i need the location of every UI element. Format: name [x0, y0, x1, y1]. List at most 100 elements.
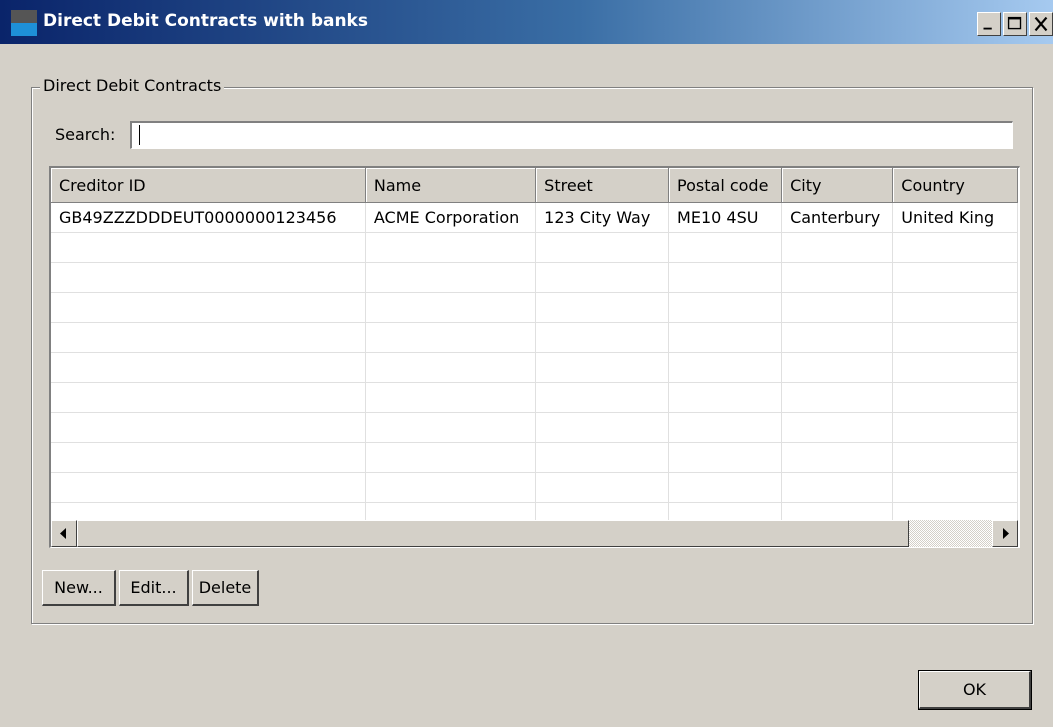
cell-creditor-id — [51, 502, 366, 520]
close-button[interactable] — [1029, 12, 1053, 36]
cell-creditor-id: GB49ZZZDDDEUT0000000123456 — [51, 202, 366, 233]
cell-name — [365, 502, 537, 520]
table-row[interactable] — [51, 232, 1018, 263]
cell-creditor-id — [51, 262, 366, 293]
cell-name: ACME Corporation — [365, 202, 537, 233]
cell-country — [892, 322, 1018, 353]
cell-city — [781, 352, 894, 383]
cell-city — [781, 382, 894, 413]
table-row[interactable] — [51, 352, 1018, 383]
cell-postal-code: ME10 4SU — [668, 202, 783, 233]
table-row[interactable] — [51, 442, 1018, 473]
table-row[interactable]: GB49ZZZDDDEUT0000000123456 ACME Corporat… — [51, 202, 1018, 233]
title-bar[interactable]: Direct Debit Contracts with banks — [0, 0, 1053, 44]
cell-creditor-id — [51, 472, 366, 503]
cell-street: 123 City Way — [535, 202, 670, 233]
cell-postal-code — [668, 262, 783, 293]
table-row[interactable] — [51, 382, 1018, 413]
cell-name — [365, 472, 537, 503]
minimize-button[interactable] — [977, 12, 1001, 36]
column-header-name[interactable]: Name — [365, 168, 537, 203]
cell-street — [535, 502, 670, 520]
cell-creditor-id — [51, 352, 366, 383]
scroll-left-button[interactable] — [51, 520, 77, 547]
column-header-street[interactable]: Street — [535, 168, 670, 203]
cell-city — [781, 262, 894, 293]
app-icon — [11, 10, 37, 36]
arrow-right-icon — [1003, 528, 1009, 539]
window-title: Direct Debit Contracts with banks — [43, 11, 368, 31]
contracts-table[interactable]: Creditor ID Name Street Postal code City… — [49, 166, 1020, 548]
column-header-creditor-id[interactable]: Creditor ID — [51, 168, 366, 203]
table-row[interactable] — [51, 292, 1018, 323]
cell-country — [892, 442, 1018, 473]
cell-postal-code — [668, 442, 783, 473]
cell-name — [365, 412, 537, 443]
cell-name — [365, 352, 537, 383]
cell-country — [892, 502, 1018, 520]
cell-postal-code — [668, 412, 783, 443]
contracts-grid: Creditor ID Name Street Postal code City… — [51, 168, 1018, 520]
cell-city — [781, 502, 894, 520]
scroll-right-button[interactable] — [992, 520, 1018, 547]
table-row[interactable] — [51, 262, 1018, 293]
cell-city — [781, 292, 894, 323]
cell-city: Canterbury — [781, 202, 894, 233]
column-header-postal-code[interactable]: Postal code — [668, 168, 783, 203]
cell-creditor-id — [51, 292, 366, 323]
cell-city — [781, 442, 894, 473]
horizontal-scrollbar[interactable] — [51, 520, 1018, 547]
cell-city — [781, 412, 894, 443]
search-label: Search: — [55, 125, 116, 144]
search-input[interactable] — [130, 121, 1013, 149]
cell-street — [535, 472, 670, 503]
table-row[interactable] — [51, 412, 1018, 443]
maximize-button[interactable] — [1003, 12, 1027, 36]
ok-button[interactable]: OK — [918, 670, 1032, 710]
cell-postal-code — [668, 472, 783, 503]
cell-country — [892, 352, 1018, 383]
table-row[interactable] — [51, 502, 1018, 520]
cell-street — [535, 262, 670, 293]
cell-country — [892, 262, 1018, 293]
cell-name — [365, 232, 537, 263]
column-header-country[interactable]: Country — [892, 168, 1018, 203]
cell-street — [535, 292, 670, 323]
table-row[interactable] — [51, 322, 1018, 353]
cell-postal-code — [668, 352, 783, 383]
cell-street — [535, 412, 670, 443]
table-row[interactable] — [51, 472, 1018, 503]
cell-street — [535, 352, 670, 383]
cell-country — [892, 412, 1018, 443]
scrollbar-thumb[interactable] — [77, 520, 909, 547]
cell-street — [535, 382, 670, 413]
cell-country — [892, 232, 1018, 263]
minimize-icon — [983, 27, 992, 30]
text-caret — [139, 125, 140, 145]
cell-street — [535, 232, 670, 263]
group-title: Direct Debit Contracts — [40, 76, 225, 95]
cell-creditor-id — [51, 382, 366, 413]
cell-creditor-id — [51, 442, 366, 473]
cell-street — [535, 442, 670, 473]
cell-postal-code — [668, 292, 783, 323]
cell-postal-code — [668, 382, 783, 413]
cell-country: United King — [892, 202, 1018, 233]
cell-postal-code — [668, 322, 783, 353]
cell-country — [892, 382, 1018, 413]
cell-country — [892, 472, 1018, 503]
cell-city — [781, 472, 894, 503]
edit-button[interactable]: Edit... — [119, 570, 189, 606]
cell-street — [535, 322, 670, 353]
arrow-left-icon — [60, 528, 66, 539]
new-button[interactable]: New... — [42, 570, 116, 606]
cell-name — [365, 322, 537, 353]
column-header-city[interactable]: City — [781, 168, 894, 203]
cell-creditor-id — [51, 322, 366, 353]
cell-name — [365, 292, 537, 323]
cell-name — [365, 382, 537, 413]
table-header-row: Creditor ID Name Street Postal code City… — [51, 168, 1018, 203]
close-icon — [1034, 16, 1048, 32]
delete-button[interactable]: Delete — [192, 570, 259, 606]
cell-city — [781, 232, 894, 263]
